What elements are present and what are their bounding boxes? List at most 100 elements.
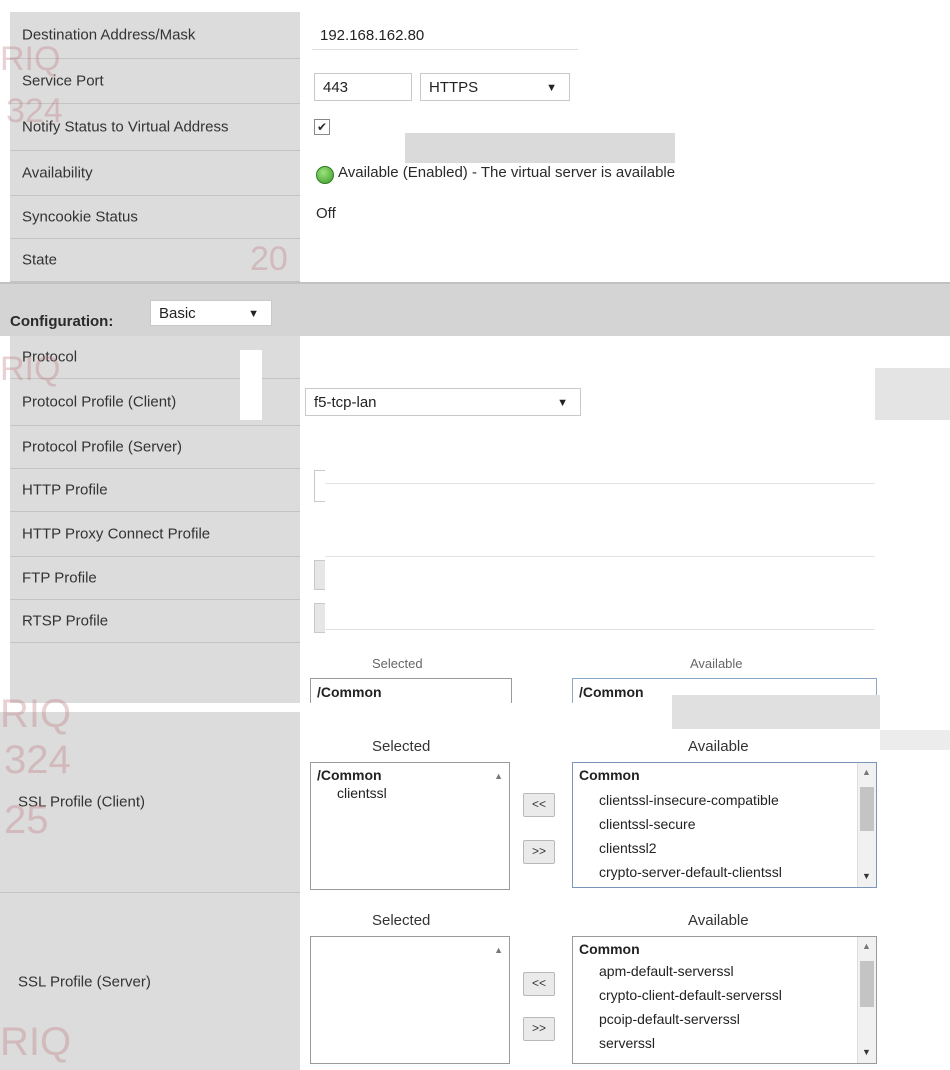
scrollbar[interactable]: ▲ ▼ — [857, 937, 876, 1063]
scrollbar[interactable]: ▲ ▼ — [857, 763, 876, 887]
destination-value: 192.168.162.80 — [320, 27, 425, 44]
ssl-client-selected-list[interactable]: /Common clientssl ▲ — [310, 762, 510, 890]
redaction-block — [713, 813, 803, 859]
configuration-mode-value: Basic — [159, 305, 196, 322]
partial-available-group: /Common — [579, 684, 644, 700]
http-profile-label-cell: HTTP Profile — [10, 469, 300, 512]
move-right-button[interactable]: >> — [523, 840, 555, 864]
divider-line — [325, 556, 875, 557]
destination-label-cell: Destination Address/Mask — [10, 12, 300, 59]
ssl-server-label: SSL Profile (Server) — [18, 973, 151, 990]
ssl-client-label-cell: SSL Profile (Client) — [0, 712, 300, 893]
ssl-client-available-header: Available — [688, 738, 749, 755]
field-edge — [314, 470, 325, 502]
syncookie-value: Off — [316, 205, 336, 222]
field-edge — [314, 560, 325, 590]
chevron-down-icon: ▼ — [557, 397, 568, 409]
notify-label: Notify Status to Virtual Address — [22, 118, 229, 136]
redaction-block — [411, 787, 491, 853]
ssl-client-available-group: Common — [579, 767, 640, 783]
move-left-button[interactable]: << — [523, 972, 555, 996]
http-profile-label: HTTP Profile — [22, 481, 108, 499]
redaction-bar — [880, 730, 950, 750]
move-right-label: >> — [531, 844, 546, 858]
move-left-label: << — [531, 797, 546, 811]
service-port-value: 443 — [323, 79, 349, 96]
client-profile-select[interactable]: f5-tcp-lan ▼ — [305, 388, 581, 416]
scroll-up-icon: ▲ — [862, 767, 871, 777]
http-proxy-label-cell: HTTP Proxy Connect Profile — [10, 512, 300, 557]
empty-label-cell — [10, 643, 300, 703]
scroll-up-icon: ▲ — [494, 771, 503, 781]
ssl-server-available-list[interactable]: Common apm-default-serverssl crypto-clie… — [572, 936, 877, 1064]
list-item[interactable]: crypto-client-default-serverssl — [599, 987, 782, 1003]
state-label: State — [22, 251, 58, 269]
ssl-client-selected-header: Selected — [372, 738, 431, 755]
partial-selected-list[interactable]: /Common — [310, 678, 512, 704]
ssl-server-selected-list[interactable]: ▲ — [310, 936, 510, 1064]
list-item[interactable]: clientssl — [337, 785, 387, 801]
http-proxy-label: HTTP Proxy Connect Profile — [22, 525, 211, 543]
ssl-client-selected-group: /Common — [317, 767, 382, 783]
syncookie-label: Syncookie Status — [22, 208, 138, 226]
redaction-bar — [875, 368, 950, 420]
syncookie-label-cell: Syncookie Status — [10, 196, 300, 239]
ssl-server-available-header: Available — [688, 912, 749, 929]
scroll-down-icon: ▼ — [862, 871, 871, 881]
protocol-label: Protocol — [22, 348, 78, 366]
list-item[interactable]: crypto-server-default-clientssl — [599, 864, 782, 880]
availability-value: Available (Enabled) - The virtual server… — [338, 164, 676, 181]
list-item[interactable]: clientssl-secure — [599, 816, 695, 832]
service-port-protocol: HTTPS — [429, 79, 479, 96]
move-left-label: << — [531, 976, 546, 990]
destination-address-input[interactable]: 192.168.162.80 — [312, 22, 578, 50]
scroll-up-icon: ▲ — [494, 945, 503, 955]
ssl-server-selected-header: Selected — [372, 912, 431, 929]
ssl-server-label-cell: SSL Profile (Server) — [0, 893, 300, 1070]
general-section: Destination Address/Mask 192.168.162.80 … — [0, 0, 950, 282]
redaction-block — [240, 350, 262, 420]
service-port-select[interactable]: HTTPS ▼ — [420, 73, 570, 101]
chevron-down-icon: ▼ — [546, 82, 557, 94]
redaction-block — [331, 947, 489, 1063]
service-port-input[interactable]: 443 — [314, 73, 412, 101]
scrollbar-thumb[interactable] — [860, 787, 874, 831]
move-right-button[interactable]: >> — [523, 1017, 555, 1041]
rtsp-profile-label-cell: RTSP Profile — [10, 600, 300, 643]
ftp-profile-label: FTP Profile — [22, 569, 97, 587]
list-item[interactable]: clientssl2 — [599, 840, 657, 856]
redaction-bar — [672, 695, 880, 729]
list-item[interactable]: clientssl-insecure-compatible — [599, 792, 779, 808]
partial-selected-group: /Common — [317, 684, 382, 700]
field-edge — [314, 603, 325, 633]
scrollbar-thumb[interactable] — [860, 961, 874, 1007]
client-profile-label: Protocol Profile (Client) — [22, 393, 177, 411]
move-left-button[interactable]: << — [523, 793, 555, 817]
redaction-bar — [405, 133, 675, 163]
move-right-label: >> — [531, 1021, 546, 1035]
notify-checkbox[interactable]: ✔ — [314, 119, 330, 135]
rtsp-profile-label: RTSP Profile — [22, 612, 109, 630]
ssl-client-available-list[interactable]: Common clientssl-insecure-compatible cli… — [572, 762, 877, 888]
availability-label-cell: Availability — [10, 151, 300, 196]
service-port-label: Service Port — [22, 72, 104, 90]
configuration-mode-select[interactable]: Basic ▼ — [150, 300, 272, 326]
state-label-cell: State — [10, 239, 300, 282]
service-port-label-cell: Service Port — [10, 59, 300, 104]
availability-label: Availability — [22, 164, 93, 182]
list-item[interactable]: pcoip-default-serverssl — [599, 1011, 740, 1027]
ftp-profile-label-cell: FTP Profile — [10, 557, 300, 600]
ssl-client-label: SSL Profile (Client) — [18, 793, 145, 811]
divider-line — [325, 629, 875, 630]
list-item[interactable]: apm-default-serverssl — [599, 963, 734, 979]
configuration-header: Configuration: Basic ▼ — [0, 282, 950, 336]
destination-label: Destination Address/Mask — [22, 26, 196, 44]
list-item[interactable]: serverssl — [599, 1035, 655, 1051]
available-status-icon — [316, 166, 334, 184]
divider-line — [325, 483, 875, 484]
ssl-server-available-group: Common — [579, 941, 640, 957]
chevron-down-icon: ▼ — [248, 308, 259, 320]
scroll-up-icon: ▲ — [862, 941, 871, 951]
partial-selected-header: Selected — [372, 656, 423, 671]
partial-available-header: Available — [690, 656, 743, 671]
